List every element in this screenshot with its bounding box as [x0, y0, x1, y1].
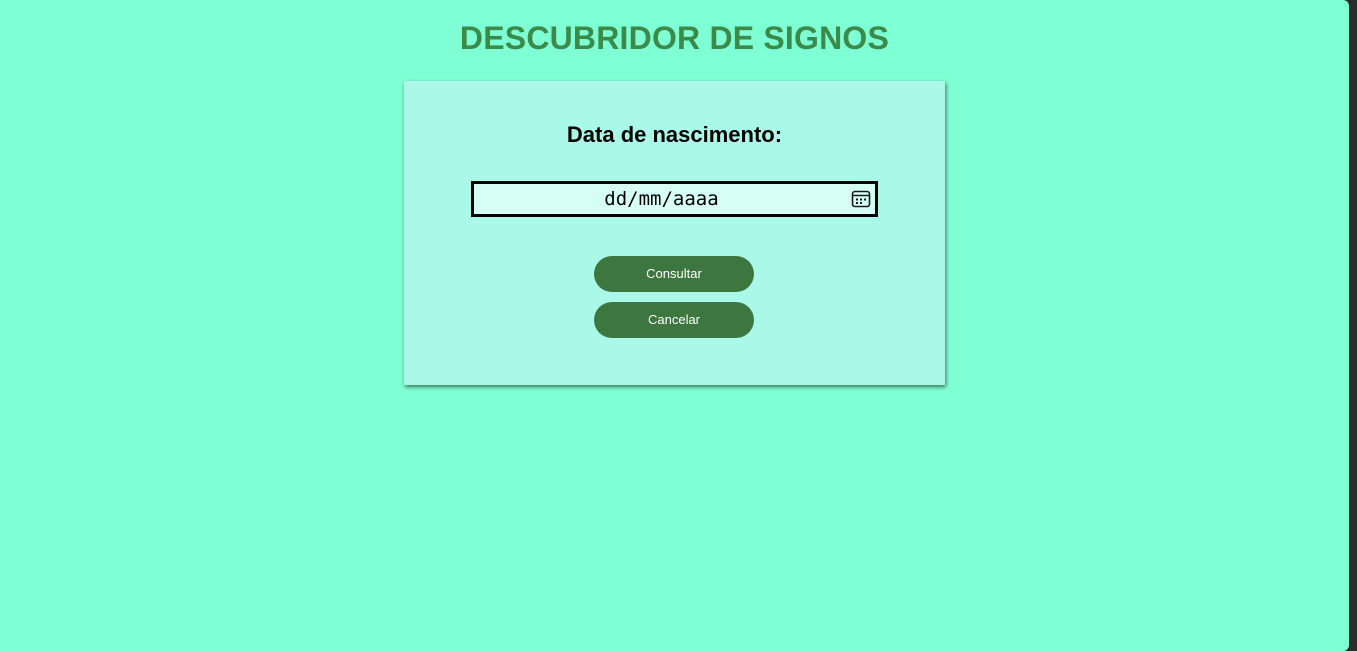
- page-title: DESCUBRIDOR DE SIGNOS: [459, 20, 890, 56]
- cancelar-button[interactable]: Cancelar: [594, 302, 754, 338]
- form-card: Data de nascimento: dd/mm/aaaa Consultar…: [404, 81, 945, 385]
- birthdate-label: Data de nascimento:: [566, 122, 783, 147]
- consultar-button[interactable]: Consultar: [594, 256, 754, 292]
- birthdate-placeholder: dd/mm/aaaa: [604, 188, 719, 210]
- birthdate-input[interactable]: dd/mm/aaaa: [471, 181, 878, 217]
- calendar-icon[interactable]: [850, 188, 872, 210]
- page-viewport: DESCUBRIDOR DE SIGNOS Data de nascimento…: [0, 0, 1349, 651]
